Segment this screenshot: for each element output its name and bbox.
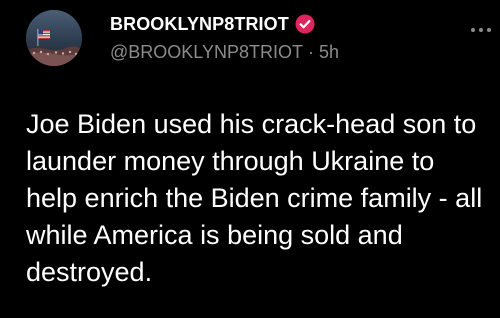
separator: · bbox=[307, 42, 314, 62]
display-name[interactable]: BROOKLYNP8TRIOT bbox=[110, 14, 289, 35]
meta-row: @BROOKLYNP8TRIOT · 5h bbox=[110, 42, 460, 63]
more-options-icon[interactable] bbox=[470, 22, 492, 32]
post[interactable]: BROOKLYNP8TRIOT @BROOKLYNP8TRIOT · 5h Joe … bbox=[0, 0, 500, 318]
timestamp[interactable]: 5h bbox=[319, 42, 339, 62]
verified-badge-icon bbox=[295, 14, 315, 34]
post-header: BROOKLYNP8TRIOT @BROOKLYNP8TRIOT · 5h bbox=[110, 12, 460, 63]
avatar-image bbox=[26, 10, 82, 66]
handle[interactable]: @BROOKLYNP8TRIOT bbox=[110, 42, 303, 62]
post-text: Joe Biden used his crack-head son to lau… bbox=[26, 109, 483, 287]
name-row: BROOKLYNP8TRIOT bbox=[110, 12, 460, 36]
avatar[interactable] bbox=[26, 10, 82, 66]
